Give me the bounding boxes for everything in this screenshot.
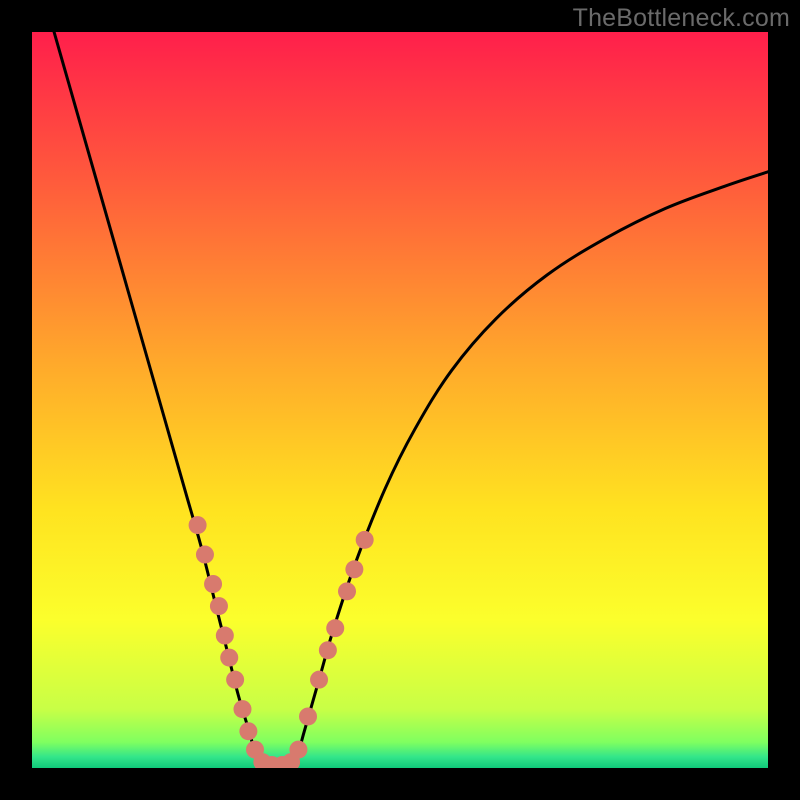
plot-background — [32, 32, 768, 768]
data-marker — [204, 575, 222, 593]
data-marker — [326, 619, 344, 637]
data-marker — [220, 649, 238, 667]
data-marker — [299, 707, 317, 725]
bottleneck-chart — [0, 0, 800, 800]
data-marker — [310, 671, 328, 689]
data-marker — [226, 671, 244, 689]
data-marker — [289, 741, 307, 759]
data-marker — [233, 700, 251, 718]
data-marker — [239, 722, 257, 740]
data-marker — [319, 641, 337, 659]
data-marker — [338, 582, 356, 600]
data-marker — [216, 627, 234, 645]
data-marker — [210, 597, 228, 615]
data-marker — [196, 546, 214, 564]
data-marker — [356, 531, 374, 549]
data-marker — [189, 516, 207, 534]
chart-stage: TheBottleneck.com — [0, 0, 800, 800]
data-marker — [345, 560, 363, 578]
watermark-text: TheBottleneck.com — [573, 4, 790, 33]
